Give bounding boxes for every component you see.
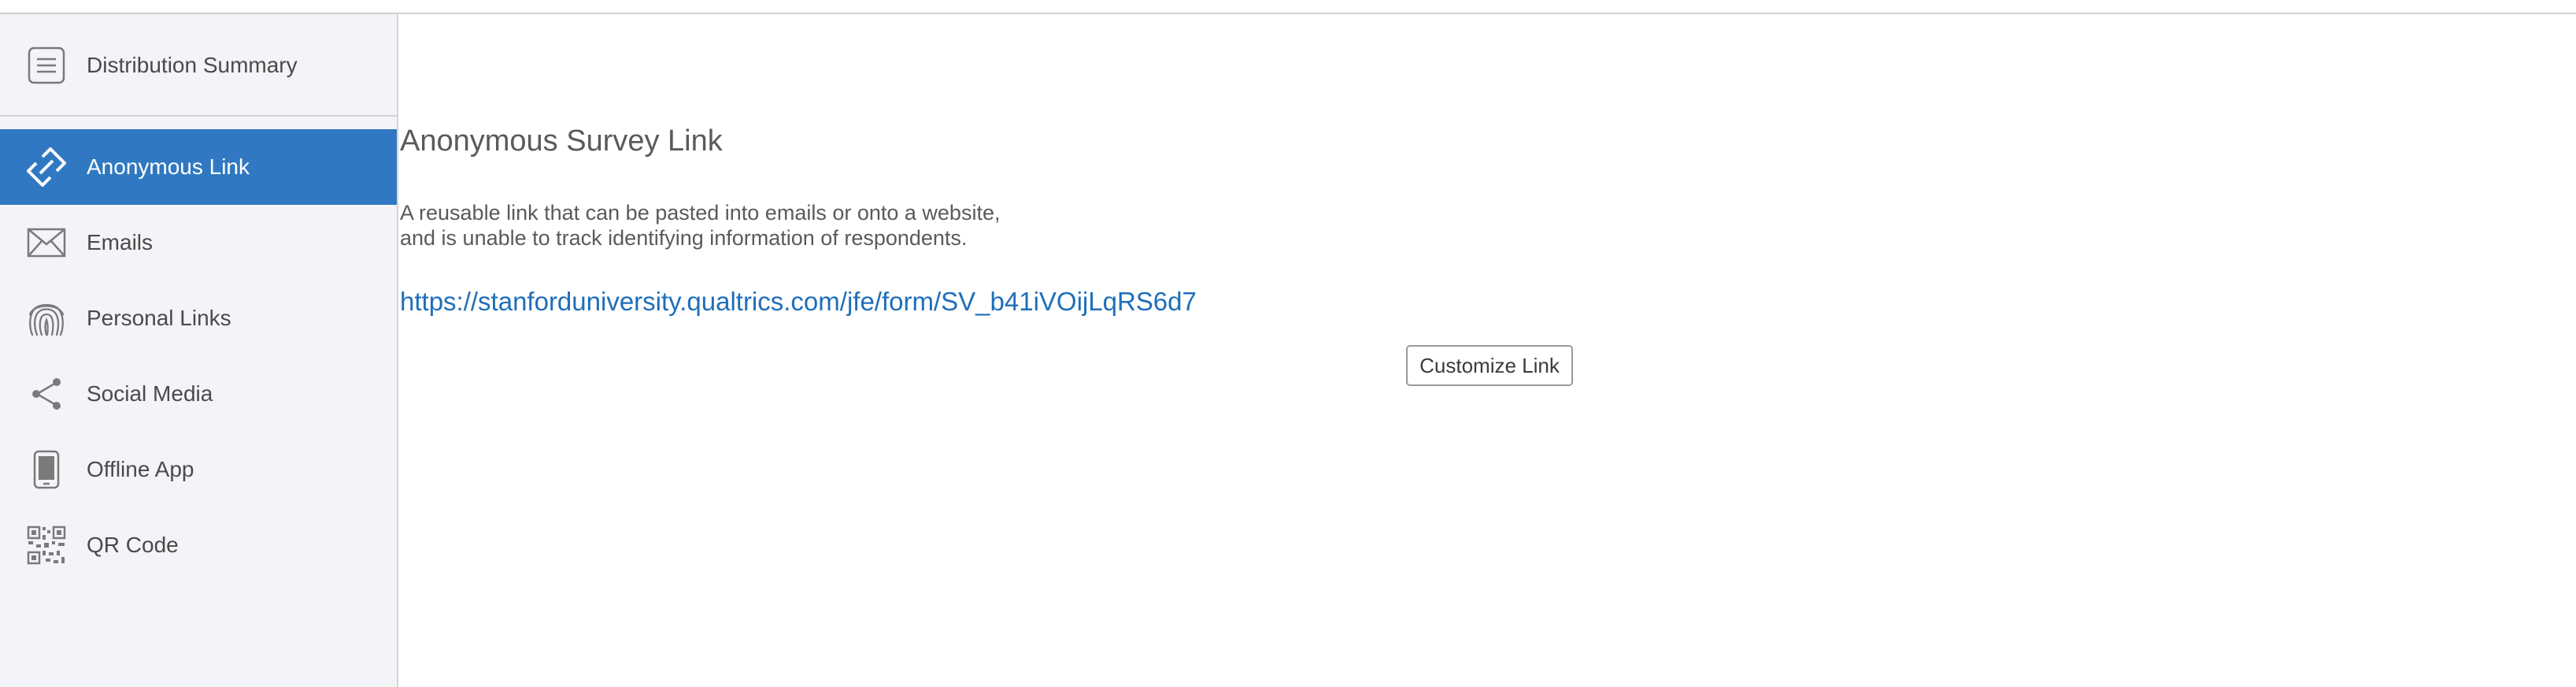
sidebar-item-offline-app[interactable]: Offline App <box>0 432 397 507</box>
description-line: and is unable to track identifying infor… <box>400 226 968 250</box>
description-line: A reusable link that can be pasted into … <box>400 201 1001 225</box>
sidebar-item-personal-links[interactable]: Personal Links <box>0 280 397 356</box>
sidebar-item-social-media[interactable]: Social Media <box>0 356 397 432</box>
sidebar-item-label: QR Code <box>87 533 179 557</box>
page-title: Anonymous Survey Link <box>400 124 723 158</box>
document-lines-icon <box>27 46 66 85</box>
sidebar-item-distribution-summary[interactable]: Distribution Summary <box>0 14 397 117</box>
envelope-icon <box>27 223 66 262</box>
sidebar-item-label: Offline App <box>87 457 194 481</box>
distribution-sidebar: Distribution Summary Anonymous Link Emai… <box>0 14 398 687</box>
mobile-phone-icon <box>27 450 66 489</box>
distribution-nav: Anonymous Link Emails Personal Links Soc… <box>0 129 397 583</box>
sidebar-item-label: Anonymous Link <box>87 154 250 179</box>
anonymous-survey-link[interactable]: https://stanforduniversity.qualtrics.com… <box>400 287 2576 317</box>
sidebar-item-label: Personal Links <box>87 306 231 330</box>
link-description: A reusable link that can be pasted into … <box>400 200 2576 251</box>
qr-code-icon <box>27 525 66 565</box>
sidebar-divider <box>0 115 397 117</box>
main-panel: Anonymous Survey Link A reusable link th… <box>400 14 2576 687</box>
sidebar-item-anonymous-link[interactable]: Anonymous Link <box>0 129 397 205</box>
sidebar-item-emails[interactable]: Emails <box>0 205 397 280</box>
fingerprint-icon <box>27 299 66 338</box>
sidebar-item-label: Distribution Summary <box>87 53 298 77</box>
sidebar-item-label: Social Media <box>87 381 213 406</box>
sidebar-item-qr-code[interactable]: QR Code <box>0 507 397 583</box>
share-icon <box>27 374 66 414</box>
top-border <box>0 0 2576 14</box>
customize-link-button[interactable]: Customize Link <box>1406 345 1573 386</box>
sidebar-item-label: Emails <box>87 230 154 254</box>
link-icon <box>27 147 66 187</box>
